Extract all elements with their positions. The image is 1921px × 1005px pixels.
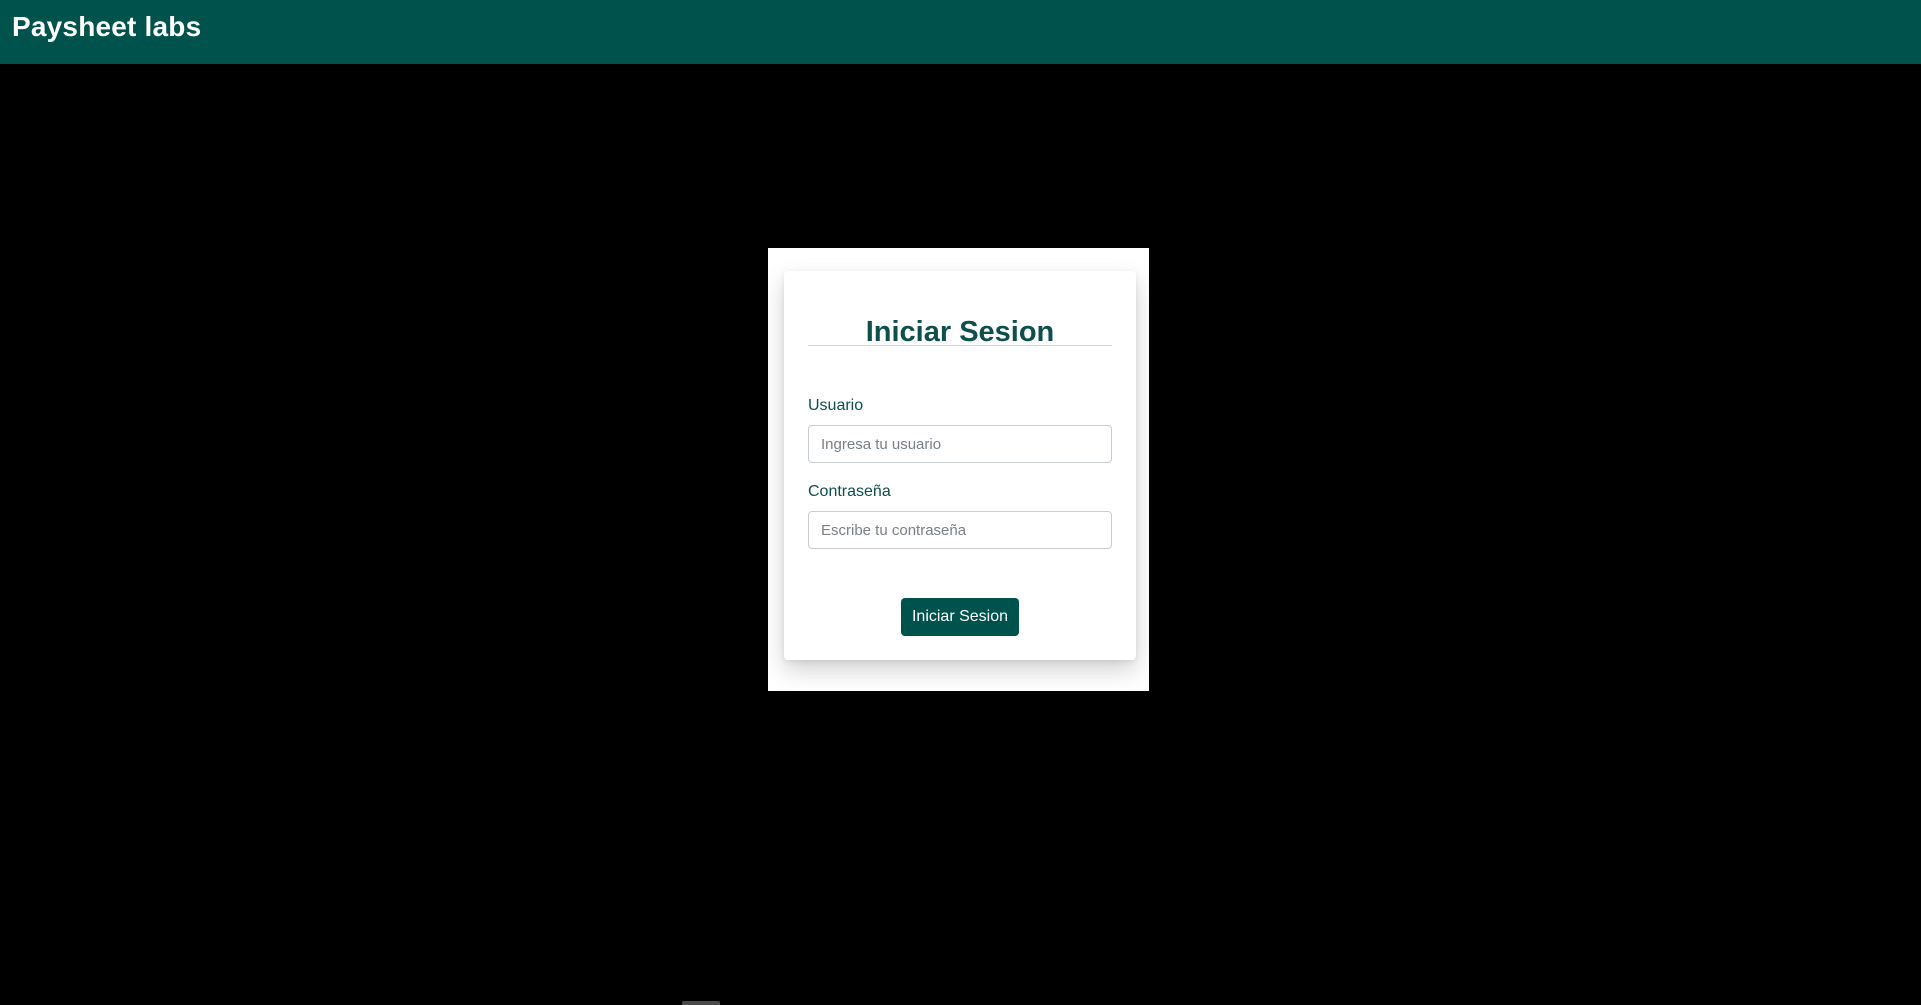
top-navbar: Paysheet labs xyxy=(0,0,1921,64)
login-card: Iniciar Sesion Usuario Contraseña Inicia… xyxy=(784,271,1136,660)
brand-link[interactable]: Paysheet labs xyxy=(12,10,201,44)
username-input[interactable] xyxy=(808,425,1112,463)
password-input[interactable] xyxy=(808,511,1112,549)
horizontal-scroll-indicator xyxy=(682,1001,720,1005)
password-label: Contraseña xyxy=(808,483,891,500)
title-divider xyxy=(808,345,1112,346)
login-submit-button[interactable]: Iniciar Sesion xyxy=(901,598,1019,636)
username-label: Usuario xyxy=(808,397,864,414)
